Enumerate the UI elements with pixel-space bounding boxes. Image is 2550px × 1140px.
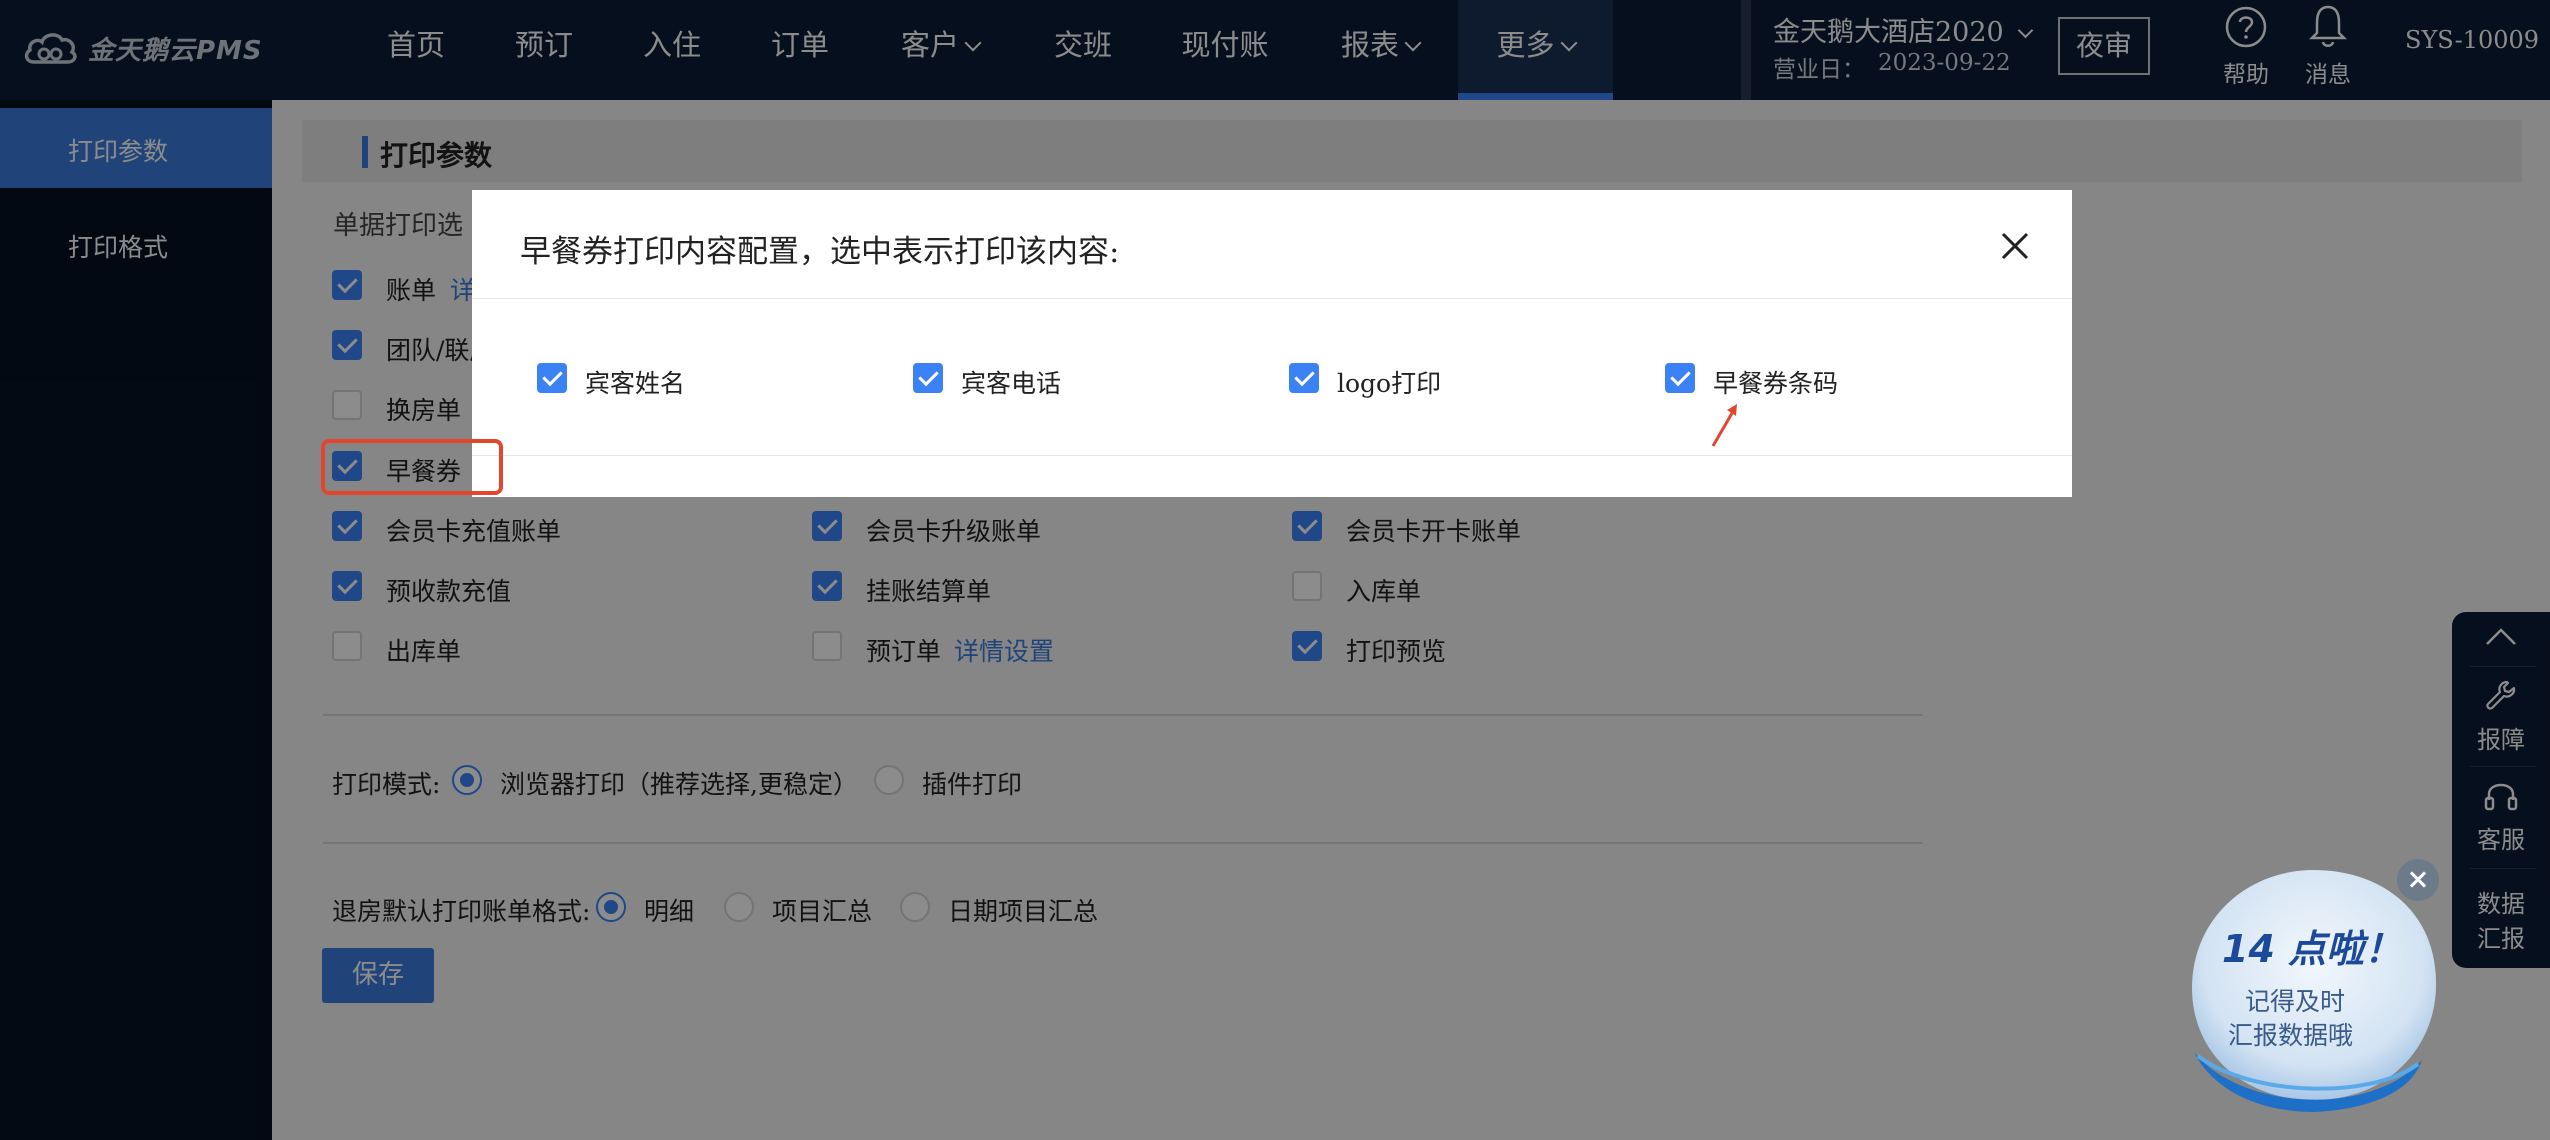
dialog-title: 早餐券打印内容配置，选中表示打印该内容: (520, 234, 1120, 270)
modal-overlay[interactable] (0, 0, 2550, 1140)
modal-checkbox-guest-name[interactable] (537, 363, 567, 393)
promo-headline: 14 点啦！ (2222, 927, 2403, 971)
dialog-close-button[interactable] (1995, 220, 2035, 270)
modal-option-label: 早餐券条码 (1713, 369, 1839, 398)
annotation-arrow-icon (1711, 404, 1737, 447)
promo-close-button[interactable] (2397, 859, 2439, 901)
modal-checkbox-voucher-barcode[interactable] (1665, 363, 1695, 393)
promo-text-line1: 记得及时 (2245, 987, 2346, 1016)
dialog-divider (472, 455, 2072, 456)
highlight-annotation (321, 439, 503, 495)
modal-checkbox-guest-phone[interactable] (913, 363, 943, 393)
close-icon (2001, 232, 2029, 260)
modal-option-label: 宾客电话 (961, 369, 1062, 398)
modal-checkbox-logo-print[interactable] (1289, 363, 1319, 393)
modal-option-label: 宾客姓名 (585, 369, 686, 398)
promo-text-line2: 汇报数据哦 (2228, 1021, 2354, 1050)
dialog-divider (472, 298, 2072, 299)
modal-option-label: logo打印 (1337, 369, 1442, 398)
